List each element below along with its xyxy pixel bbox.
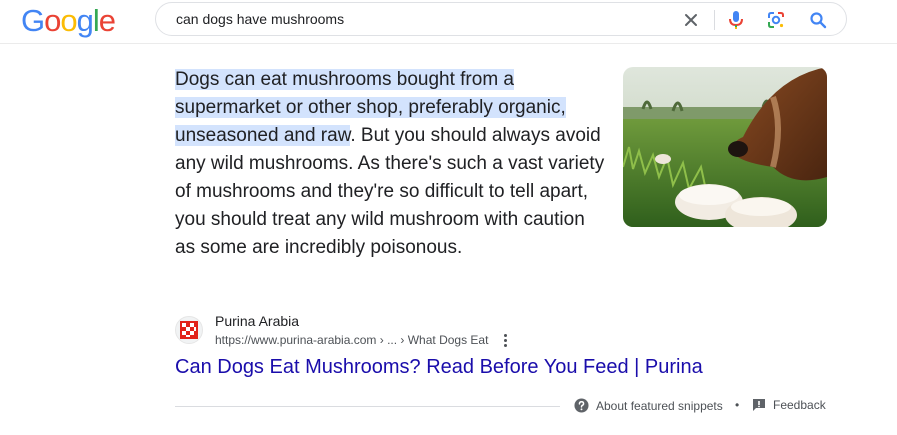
lens-search-button[interactable] [763,7,789,33]
search-button[interactable] [805,7,831,33]
search-icon [810,12,827,29]
footer-divider [175,406,560,407]
result-title-link[interactable]: Can Dogs Eat Mushrooms? Read Before You … [175,356,703,379]
feedback-icon [753,399,765,411]
lens-icon [768,12,784,28]
logo-letter: o [44,3,61,38]
site-name[interactable]: Purina Arabia [215,313,299,329]
dog-sniffing-mushrooms-image [623,67,827,227]
logo-letter: g [76,3,94,38]
search-header: Google can dogs have mushrooms [0,0,897,44]
about-featured-snippets-button[interactable]: About featured snippets [574,398,723,413]
logo-letter: G [21,3,45,38]
footer-separator: • [735,398,740,412]
about-featured-snippets-label: About featured snippets [596,398,723,413]
site-url-breadcrumb[interactable]: https://www.purina-arabia.com › ... › Wh… [215,333,488,347]
clear-button[interactable] [678,7,704,33]
search-divider [714,10,715,30]
featured-snippet-text: Dogs can eat mushrooms bought from a sup… [175,66,605,262]
site-favicon[interactable] [175,316,203,344]
more-options-button[interactable] [498,331,512,349]
voice-search-button[interactable] [723,7,749,33]
help-circle-icon [574,398,589,413]
snippet-image[interactable] [623,67,827,227]
more-vert-icon-dot [503,343,507,347]
more-vert-icon [503,333,507,337]
google-logo[interactable]: Google [21,3,116,39]
logo-letter: e [98,3,116,38]
logo-letter: o [60,3,77,38]
microphone-icon [729,11,743,29]
search-box[interactable]: can dogs have mushrooms [155,2,847,36]
feedback-button[interactable]: Feedback [752,398,826,412]
close-icon [685,14,697,26]
purina-checkerboard-icon [180,321,198,339]
search-input[interactable]: can dogs have mushrooms [176,11,344,27]
feedback-label: Feedback [773,398,826,412]
more-vert-icon-dot [503,338,507,342]
